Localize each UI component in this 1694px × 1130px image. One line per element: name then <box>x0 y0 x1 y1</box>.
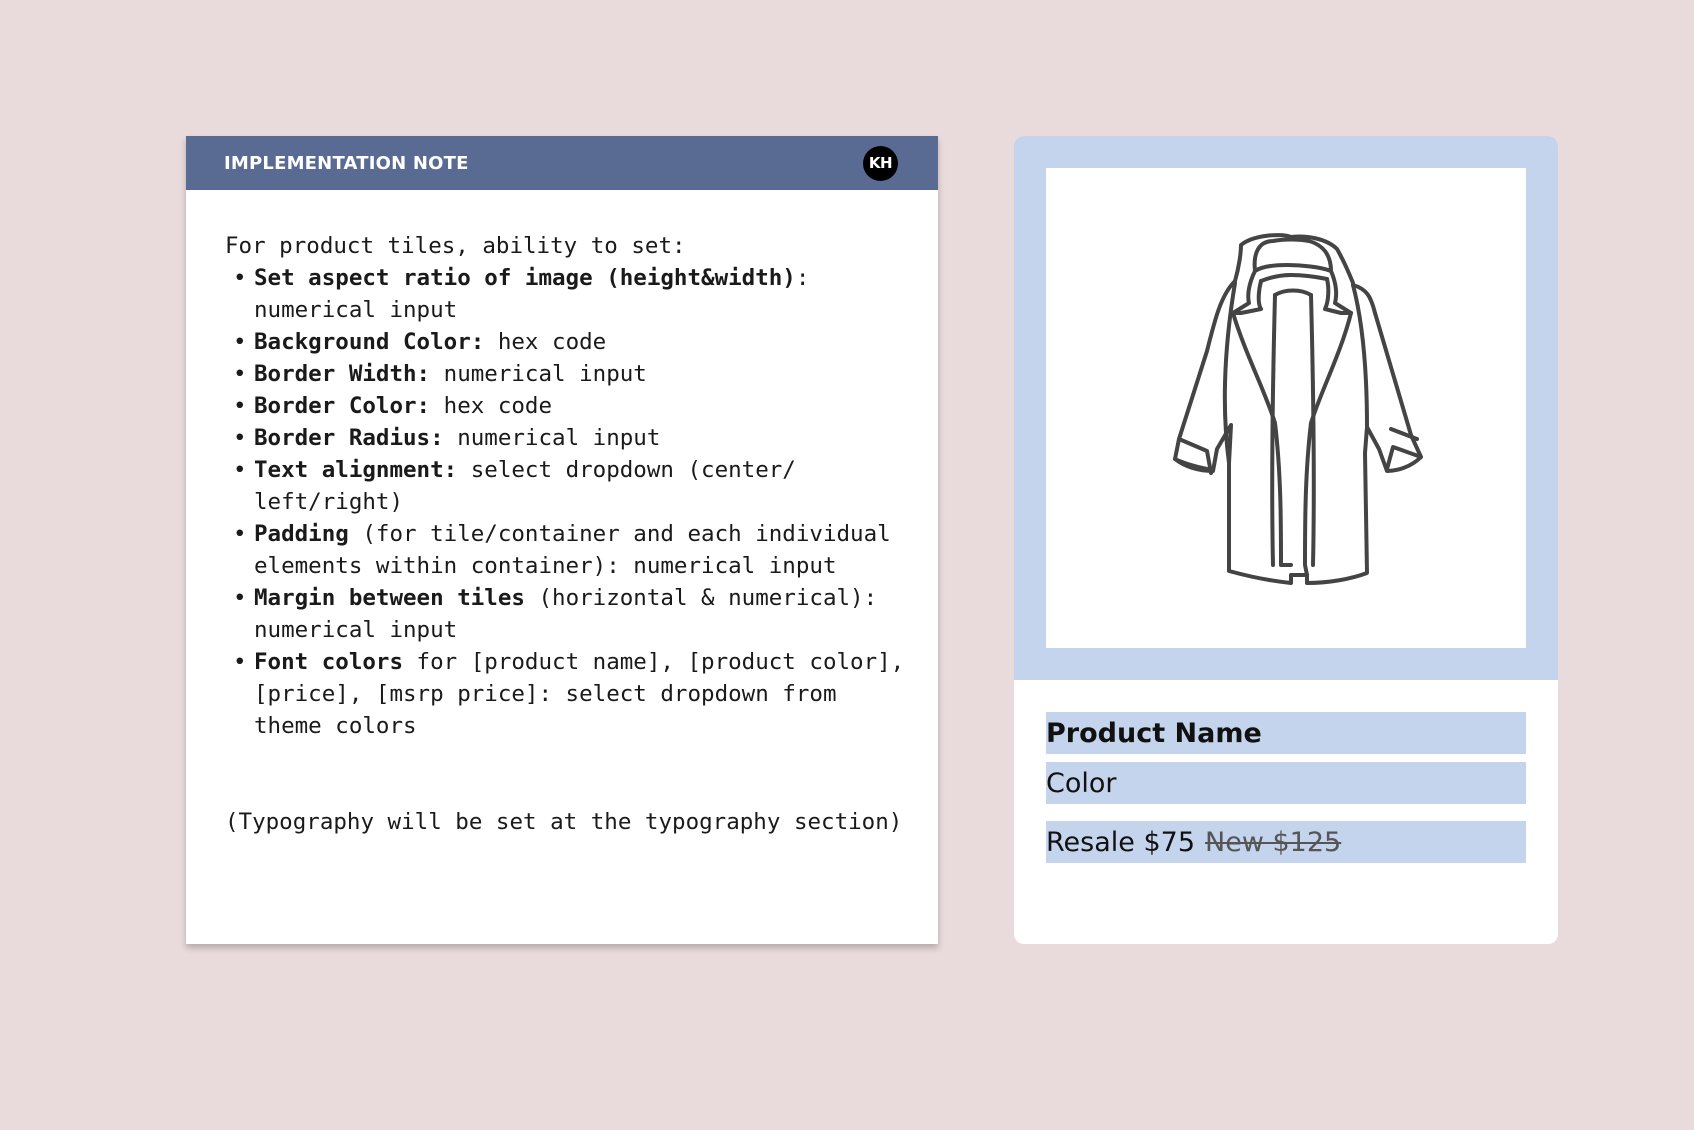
product-name[interactable]: Product Name <box>1046 712 1526 754</box>
coat-icon <box>1173 233 1423 585</box>
note-footer: (Typography will be set at the typograph… <box>225 809 903 835</box>
list-item-text: hex code <box>484 329 607 355</box>
list-item-label: Text alignment: <box>254 457 458 483</box>
list-item: Set aspect ratio of image (height&width)… <box>225 262 908 326</box>
list-item-text: numerical input <box>443 425 661 451</box>
note-body: For product tiles, ability to set: Set a… <box>186 190 938 838</box>
list-item-label: Margin between tiles <box>254 585 525 611</box>
list-item-label: Padding <box>254 521 349 547</box>
product-image-frame <box>1014 136 1558 680</box>
note-title: IMPLEMENTATION NOTE <box>224 152 469 174</box>
avatar[interactable]: KH <box>863 145 898 181</box>
list-item: Border Radius: numerical input <box>225 422 908 454</box>
product-tile[interactable]: Product Name Color Resale $75 New $125 <box>1014 136 1558 944</box>
note-intro: For product tiles, ability to set: <box>225 233 686 259</box>
list-item-label: Font colors <box>254 649 404 675</box>
product-color: Color <box>1046 762 1526 804</box>
product-info: Product Name Color Resale $75 New $125 <box>1014 680 1558 863</box>
list-item-text: hex code <box>430 393 553 419</box>
implementation-note-card: IMPLEMENTATION NOTE KH For product tiles… <box>186 136 938 944</box>
list-item-label: Background Color: <box>254 329 485 355</box>
list-item: Text alignment: select dropdown (center/… <box>225 454 908 518</box>
list-item-label: Border Color: <box>254 393 431 419</box>
list-item-label: Border Width: <box>254 361 431 387</box>
list-item: Margin between tiles (horizontal & numer… <box>225 582 908 646</box>
list-item: Border Width: numerical input <box>225 358 908 390</box>
list-item: Border Color: hex code <box>225 390 908 422</box>
list-item-label: Border Radius: <box>254 425 444 451</box>
list-item: Font colors for [product name], [product… <box>225 646 908 742</box>
resale-price: Resale $75 <box>1046 826 1196 858</box>
note-header: IMPLEMENTATION NOTE KH <box>186 136 938 190</box>
product-image[interactable] <box>1046 168 1526 648</box>
msrp-price: New $125 <box>1205 826 1342 858</box>
product-price-row: Resale $75 New $125 <box>1046 821 1526 863</box>
list-item-text: (for tile/container and each individual … <box>254 521 891 579</box>
note-list: Set aspect ratio of image (height&width)… <box>225 262 908 742</box>
list-item: Background Color: hex code <box>225 326 908 358</box>
list-item: Padding (for tile/container and each ind… <box>225 518 908 582</box>
list-item-label: Set aspect ratio of image (height&width) <box>254 265 796 291</box>
list-item-text: numerical input <box>430 361 647 387</box>
